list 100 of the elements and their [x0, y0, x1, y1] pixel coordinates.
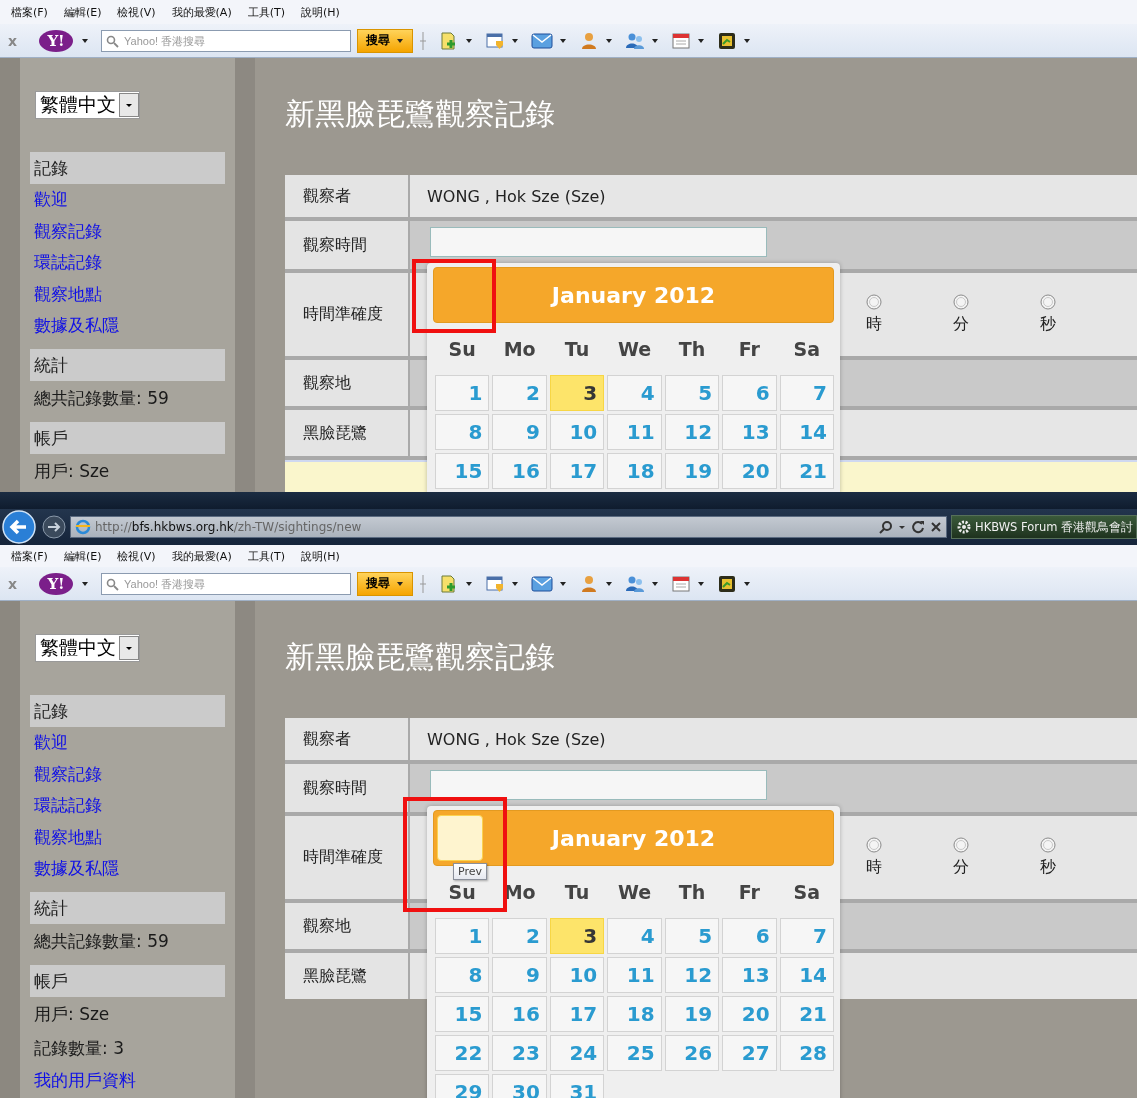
day-cell[interactable]: 6	[722, 375, 777, 411]
day-cell[interactable]: 22	[435, 1035, 490, 1071]
close-icon[interactable]	[930, 521, 942, 533]
radio-button[interactable]	[865, 837, 882, 853]
caret-icon[interactable]	[651, 579, 660, 588]
grip-icon[interactable]	[419, 30, 428, 51]
caret-icon[interactable]	[511, 36, 520, 45]
day-cell[interactable]: 21	[779, 996, 834, 1032]
search-field[interactable]: Yahoo! 香港搜尋	[101, 29, 352, 52]
day-cell[interactable]: 14	[779, 957, 834, 993]
window-shield-icon[interactable]	[485, 30, 506, 51]
caret-icon[interactable]	[465, 579, 474, 588]
day-cell[interactable]: 19	[664, 453, 720, 489]
day-cell[interactable]: 4	[607, 918, 662, 954]
caret-icon[interactable]	[511, 579, 520, 588]
envelope-icon[interactable]	[531, 30, 554, 51]
day-cell[interactable]: 19	[664, 996, 720, 1032]
close-button[interactable]: x	[8, 32, 24, 49]
day-cell[interactable]: 18	[607, 453, 662, 489]
day-cell[interactable]: 9	[492, 414, 547, 450]
caret-icon[interactable]	[605, 36, 614, 45]
day-cell[interactable]: 3	[549, 375, 605, 411]
search-button[interactable]: 搜尋	[357, 28, 414, 53]
caret-icon[interactable]	[81, 36, 90, 45]
day-cell[interactable]: 1	[435, 375, 490, 411]
caret-icon[interactable]	[396, 579, 405, 588]
day-cell[interactable]: 10	[549, 414, 605, 450]
day-cell[interactable]: 11	[607, 957, 662, 993]
sidebar-link[interactable]: 環誌記錄	[30, 790, 102, 822]
day-cell[interactable]: 5	[664, 375, 720, 411]
sidebar-link[interactable]: 環誌記錄	[30, 247, 102, 279]
sidebar-link[interactable]: 數據及私隱	[30, 310, 119, 342]
day-cell[interactable]: 23	[492, 1035, 547, 1071]
radio-button[interactable]	[865, 294, 882, 310]
menu-item[interactable]: 說明(H)	[298, 548, 348, 564]
search-button[interactable]: 搜尋	[357, 571, 414, 596]
language-select[interactable]: 繁體中文	[35, 91, 140, 119]
caret-icon[interactable]	[559, 579, 568, 588]
day-cell[interactable]: 2	[492, 375, 547, 411]
caret-icon[interactable]	[651, 36, 660, 45]
day-cell[interactable]: 2	[492, 918, 547, 954]
day-cell[interactable]: 20	[722, 996, 777, 1032]
envelope-icon[interactable]	[531, 573, 554, 594]
address-field[interactable]: http://bfs.hkbws.org.hk/zh-TW/sightings/new	[70, 516, 947, 538]
menu-item[interactable]: 編輯(E)	[60, 548, 110, 564]
day-cell[interactable]: 12	[664, 957, 720, 993]
menu-item[interactable]: 說明(H)	[298, 4, 348, 20]
menu-item[interactable]: 我的最愛(A)	[168, 4, 240, 20]
caret-icon[interactable]	[465, 36, 474, 45]
grip-icon[interactable]	[419, 573, 428, 594]
radio-button[interactable]	[1039, 294, 1056, 310]
dropdown-button[interactable]	[119, 93, 139, 117]
day-cell[interactable]: 9	[492, 957, 547, 993]
sidebar-link[interactable]: 我的用戶資料	[30, 1064, 136, 1096]
day-cell[interactable]: 13	[722, 414, 777, 450]
day-cell[interactable]: 6	[722, 918, 777, 954]
day-cell[interactable]: 27	[722, 1035, 777, 1071]
menu-item[interactable]: 工具(T)	[244, 4, 293, 20]
day-cell[interactable]: 10	[549, 957, 605, 993]
caret-icon[interactable]	[743, 36, 752, 45]
language-select[interactable]: 繁體中文	[35, 634, 140, 662]
caret-icon[interactable]	[743, 579, 752, 588]
day-cell[interactable]: 15	[435, 996, 490, 1032]
day-cell[interactable]: 13	[722, 957, 777, 993]
sidebar-link[interactable]: 歡迎	[30, 727, 68, 759]
caret-icon[interactable]	[605, 579, 614, 588]
day-cell[interactable]: 7	[779, 918, 834, 954]
sidebar-link[interactable]: 觀察記錄	[30, 215, 102, 247]
day-cell[interactable]: 4	[607, 375, 662, 411]
day-cell[interactable]: 11	[607, 414, 662, 450]
caret-icon[interactable]	[697, 36, 706, 45]
caret-icon[interactable]	[559, 36, 568, 45]
day-cell[interactable]: 26	[664, 1035, 720, 1071]
window-shield-icon[interactable]	[485, 573, 506, 594]
day-cell[interactable]: 7	[779, 375, 834, 411]
close-button[interactable]: x	[8, 575, 24, 592]
time-input[interactable]	[430, 227, 767, 257]
day-cell[interactable]: 18	[607, 996, 662, 1032]
forward-button[interactable]	[42, 515, 66, 539]
day-cell[interactable]: 16	[492, 453, 547, 489]
time-input[interactable]	[430, 770, 767, 800]
sidebar-link[interactable]: 觀察地點	[30, 278, 102, 310]
caret-icon[interactable]	[396, 36, 405, 45]
radio-button[interactable]	[952, 837, 969, 853]
day-cell[interactable]: 15	[435, 453, 490, 489]
caret-icon[interactable]	[81, 579, 90, 588]
refresh-icon[interactable]	[911, 520, 925, 534]
day-cell[interactable]: 20	[722, 453, 777, 489]
menu-item[interactable]: 檔案(F)	[8, 4, 56, 20]
calendar-icon[interactable]	[671, 30, 692, 51]
day-cell[interactable]: 3	[549, 918, 605, 954]
back-button[interactable]	[2, 510, 36, 544]
day-cell[interactable]: 16	[492, 996, 547, 1032]
browser-tab[interactable]: HKBWS Forum 香港觀鳥會討	[951, 515, 1137, 539]
day-cell[interactable]: 17	[549, 453, 605, 489]
folder-icon[interactable]	[717, 573, 738, 594]
search-field[interactable]: Yahoo! 香港搜尋	[101, 572, 352, 595]
day-cell[interactable]: 5	[664, 918, 720, 954]
day-cell[interactable]: 8	[435, 414, 490, 450]
menu-item[interactable]: 工具(T)	[244, 548, 293, 564]
